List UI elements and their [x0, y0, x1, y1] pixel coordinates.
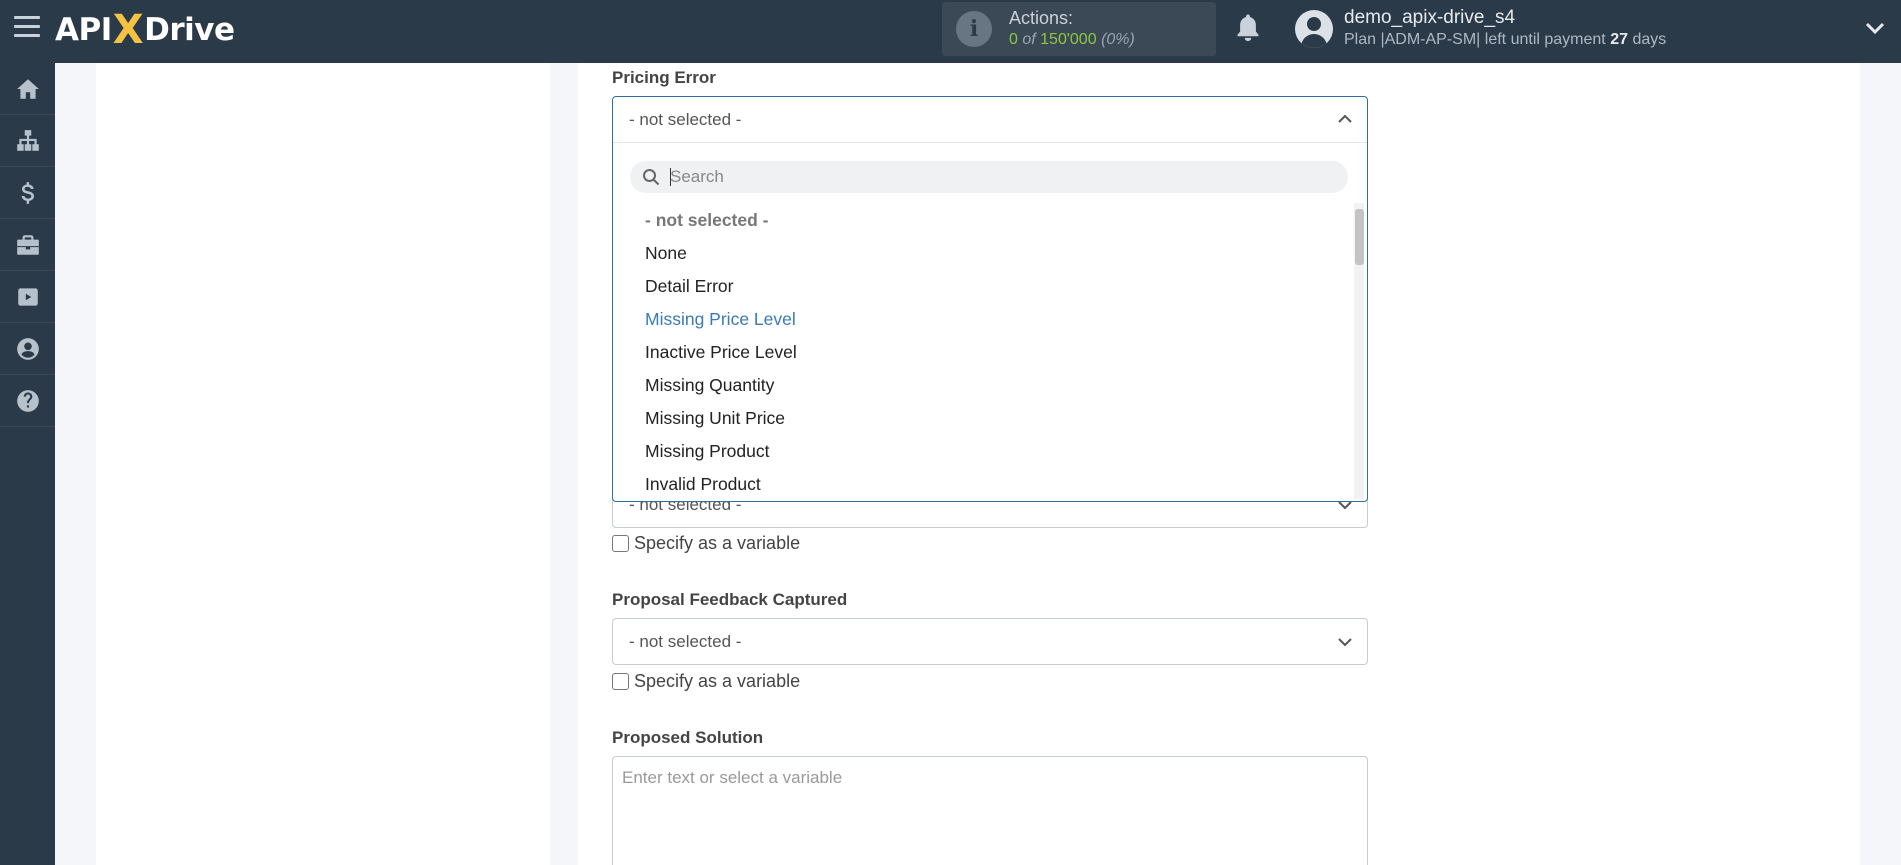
proposal-feedback-select[interactable]: - not selected -: [612, 618, 1368, 665]
actions-used: 0: [1009, 31, 1018, 48]
plan-suffix: days: [1632, 31, 1667, 48]
chevron-down-icon: [1338, 638, 1352, 647]
textarea-placeholder: Enter text or select a variable: [622, 768, 843, 787]
chevron-up-icon: [1338, 114, 1352, 123]
specify-variable-checkbox[interactable]: [612, 535, 629, 552]
proposed-solution-label: Proposed Solution: [612, 728, 764, 747]
dropdown-option[interactable]: None: [645, 243, 687, 264]
specify-variable-label: Specify as a variable: [634, 533, 801, 553]
sidebar-item-home[interactable]: [0, 63, 55, 115]
select-value: - not selected -: [629, 110, 742, 129]
sidebar-item-help[interactable]: [0, 375, 55, 427]
sidebar-item-billing[interactable]: [0, 167, 55, 219]
home-icon: [16, 78, 39, 99]
specify-variable-checkbox[interactable]: [612, 673, 629, 690]
specify-variable-label: Specify as a variable: [634, 671, 801, 691]
plan-info: Plan |ADM-AP-SM| left until payment 27 d…: [1344, 31, 1666, 49]
actions-counter[interactable]: i Actions: 0 of 150'000 (0%): [942, 2, 1216, 56]
proposed-solution-textarea[interactable]: Enter text or select a variable: [612, 756, 1368, 865]
dropdown-search[interactable]: [630, 161, 1348, 193]
chevron-down-icon[interactable]: [1864, 20, 1886, 36]
dropdown-option-hovered[interactable]: Missing Price Level: [645, 309, 796, 330]
sitemap-icon: [16, 129, 39, 151]
select-value: - not selected -: [629, 632, 742, 651]
actions-count: 0 of 150'000 (0%): [1009, 31, 1135, 49]
hidden-field-variable-checkbox-row[interactable]: Specify as a variable: [612, 533, 800, 554]
search-input[interactable]: [670, 164, 1330, 190]
dropdown-option[interactable]: - not selected -: [645, 210, 769, 231]
text-caret: [670, 168, 671, 186]
question-circle-icon: [16, 389, 39, 412]
dropdown-option[interactable]: Missing Unit Price: [645, 408, 785, 429]
briefcase-icon: [16, 234, 39, 255]
search-icon: [643, 169, 660, 186]
proposal-feedback-variable-checkbox-row[interactable]: Specify as a variable: [612, 671, 800, 692]
apixdrive-logo[interactable]: API X Drive: [55, 5, 235, 55]
dropdown-option[interactable]: Detail Error: [645, 276, 734, 297]
dropdown-scrollbar-thumb[interactable]: [1355, 209, 1364, 265]
plan-days: 27: [1610, 31, 1628, 48]
left-panel: [96, 63, 550, 865]
sidebar-item-services[interactable]: [0, 219, 55, 271]
sidebar-item-profile[interactable]: [0, 323, 55, 375]
logo-text-right: Drive: [144, 12, 235, 48]
user-avatar[interactable]: [1295, 10, 1333, 48]
sidebar-item-connections[interactable]: [0, 115, 55, 167]
actions-label: Actions:: [1009, 8, 1074, 28]
pricing-error-select[interactable]: - not selected -: [613, 97, 1367, 143]
dropdown-option[interactable]: Invalid Product: [645, 474, 761, 495]
pricing-error-label: Pricing Error: [612, 68, 716, 87]
youtube-icon: [17, 287, 38, 306]
actions-percent: (0%): [1101, 31, 1135, 48]
dropdown-option[interactable]: Missing Quantity: [645, 375, 774, 396]
actions-total: 150'000: [1040, 31, 1097, 48]
menu-toggle-icon[interactable]: [14, 16, 40, 38]
dropdown-options-list: - not selected - None Detail Error Missi…: [613, 203, 1353, 499]
sidebar-nav: [0, 63, 55, 865]
logo-text-left: API: [55, 12, 112, 48]
logo-text-x: X: [112, 7, 144, 53]
dollar-icon: [21, 181, 34, 204]
dropdown-option[interactable]: Inactive Price Level: [645, 342, 797, 363]
pricing-error-dropdown[interactable]: - not selected - - not selected - None D…: [612, 96, 1368, 502]
info-icon: i: [956, 11, 992, 47]
username[interactable]: demo_apix-drive_s4: [1344, 7, 1515, 29]
top-bar: API X Drive i Actions: 0 of 150'000 (0%) d…: [0, 0, 1901, 63]
actions-of: of: [1022, 31, 1036, 48]
plan-prefix: Plan |ADM-AP-SM| left until payment: [1344, 31, 1606, 48]
user-circle-icon: [16, 337, 39, 360]
sidebar-item-video[interactable]: [0, 271, 55, 323]
dropdown-option[interactable]: Missing Product: [645, 441, 770, 462]
bell-icon[interactable]: [1233, 12, 1263, 44]
proposal-feedback-label: Proposal Feedback Captured: [612, 590, 848, 609]
